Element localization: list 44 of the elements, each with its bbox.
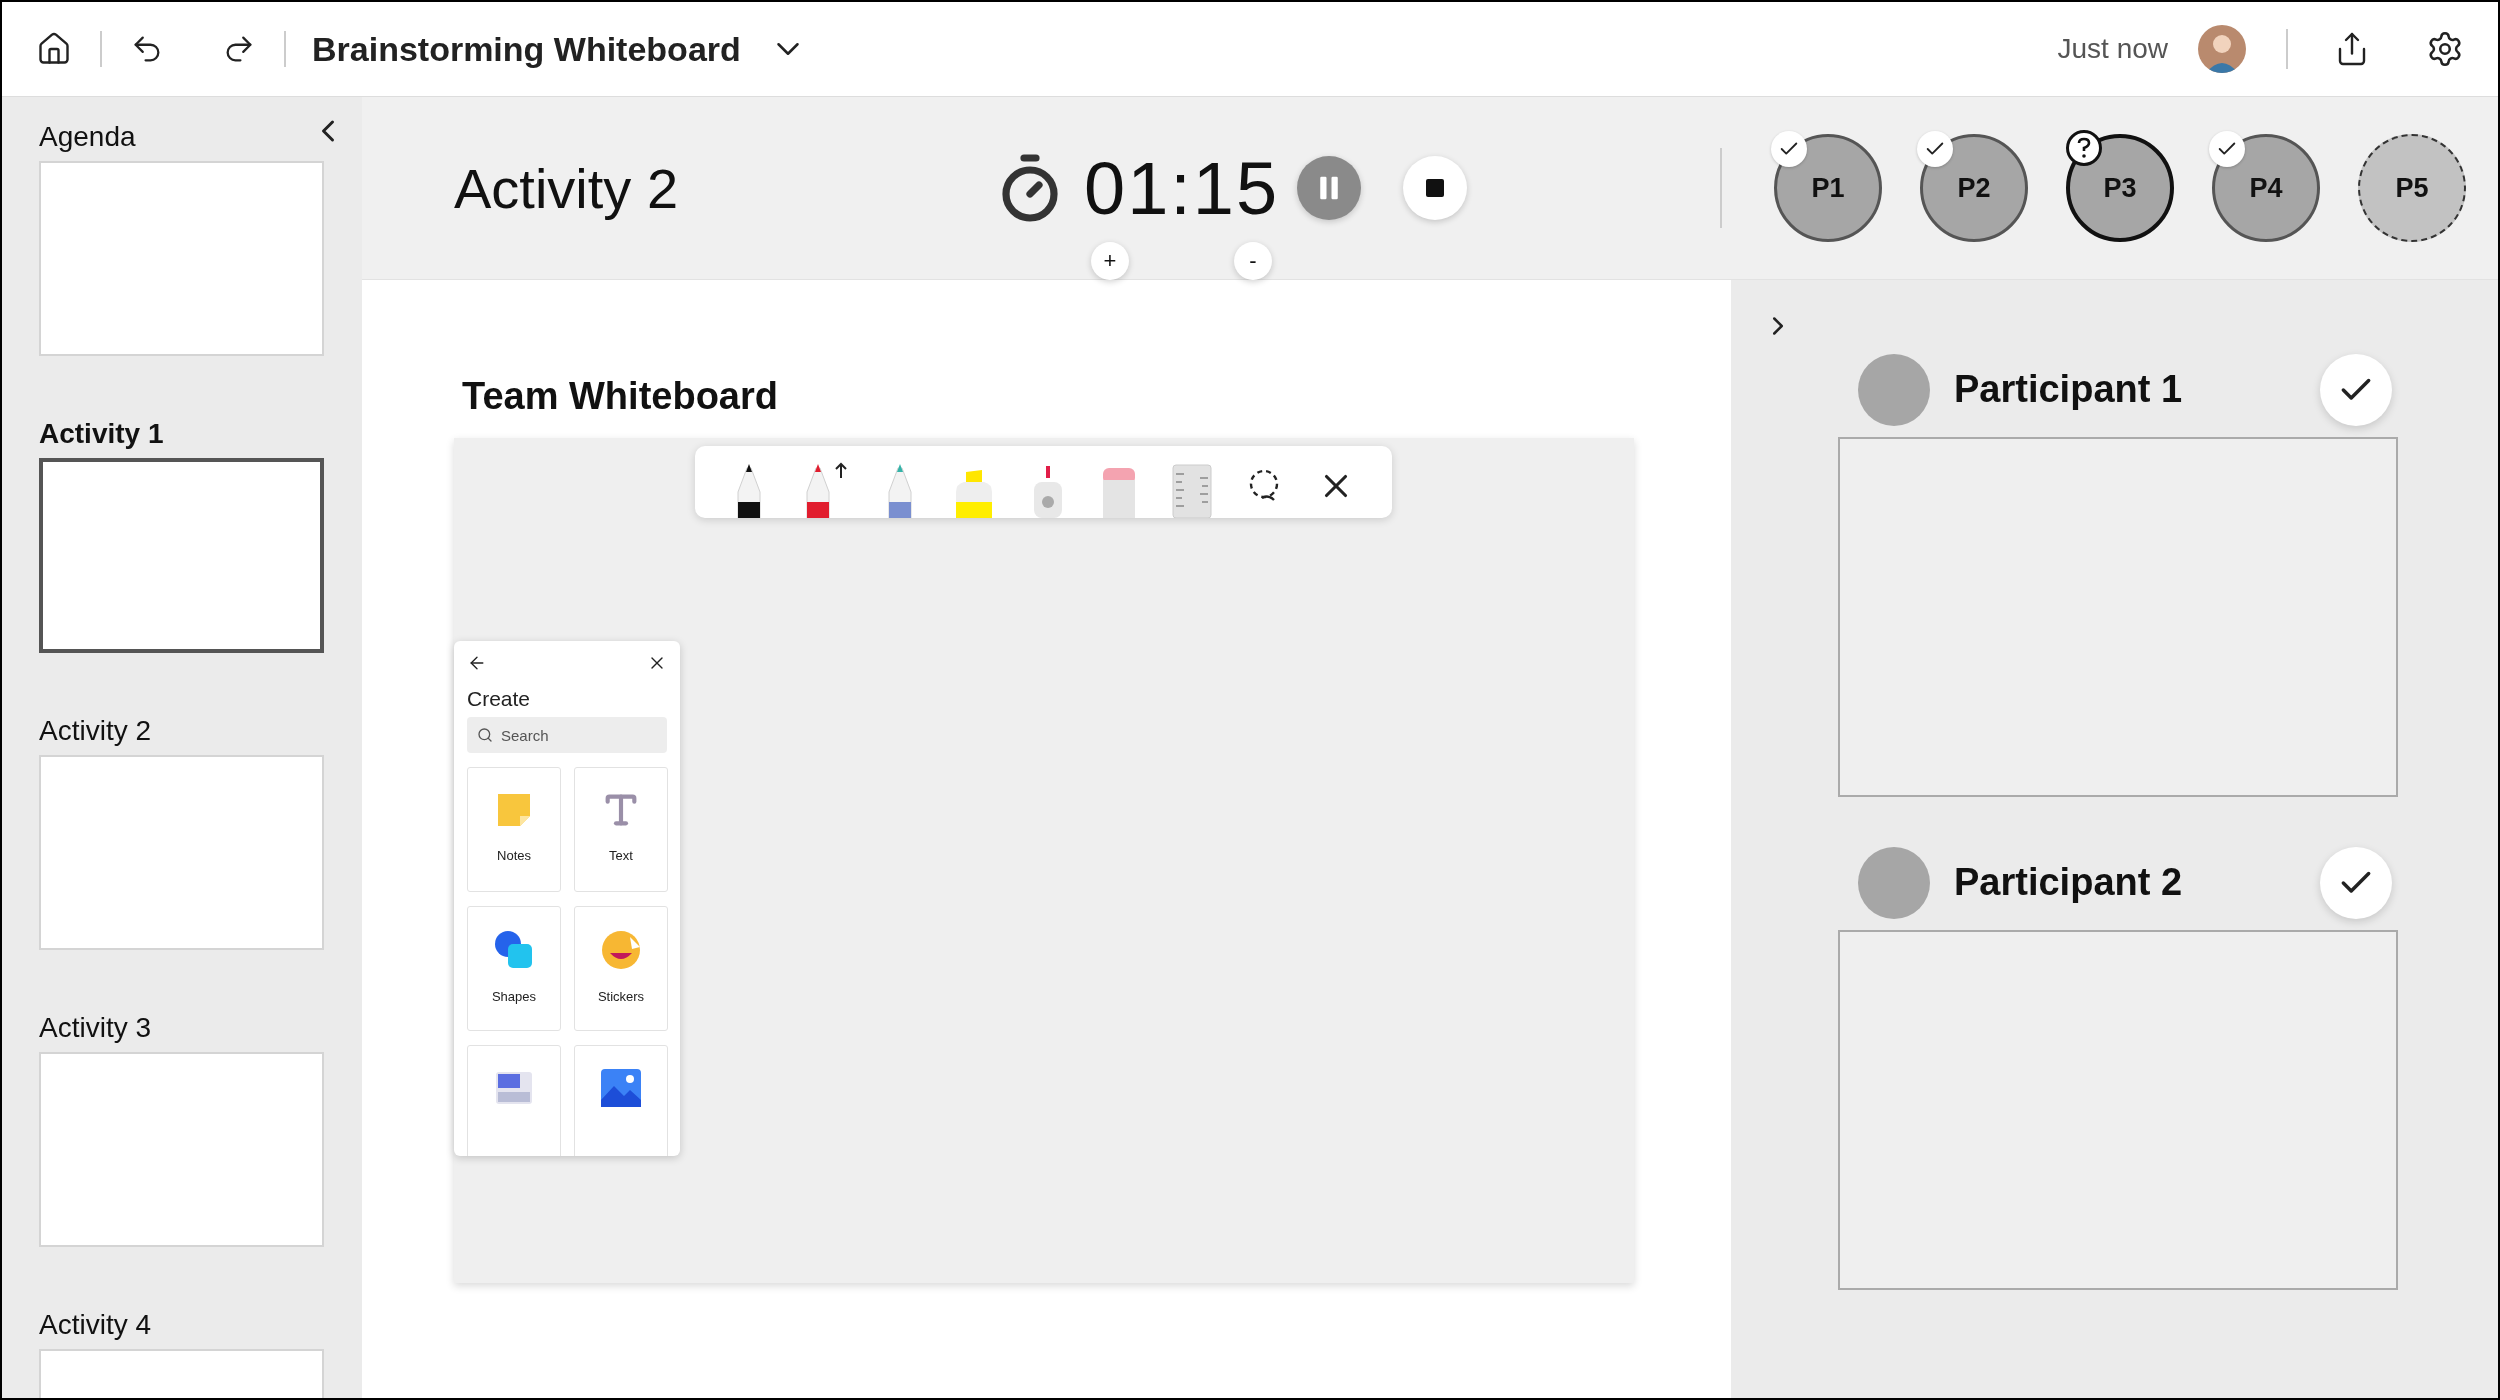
create-option[interactable] bbox=[467, 1045, 561, 1156]
increase-time-button[interactable]: + bbox=[1091, 241, 1129, 280]
agenda-thumbnail[interactable] bbox=[39, 458, 324, 653]
check-icon bbox=[1771, 131, 1807, 167]
approve-button[interactable] bbox=[2320, 353, 2392, 426]
create-option[interactable] bbox=[574, 1045, 668, 1156]
check-icon bbox=[1917, 131, 1953, 167]
ruler-icon[interactable] bbox=[1171, 464, 1212, 518]
agenda-item-label: Activity 3 bbox=[39, 1012, 152, 1044]
participant-avatar[interactable]: P1 bbox=[1774, 134, 1882, 242]
settings-icon bbox=[2426, 30, 2464, 68]
check-icon bbox=[2209, 131, 2245, 167]
save-status: Just now bbox=[2057, 33, 2168, 65]
image-icon bbox=[600, 1068, 642, 1108]
panel-title: Create bbox=[467, 687, 532, 711]
whiteboard-title: Team Whiteboard bbox=[462, 375, 779, 418]
agenda-item-label: Activity 4 bbox=[39, 1309, 152, 1341]
agenda-item-label: Agenda bbox=[39, 121, 136, 153]
participant-name: Participant 1 bbox=[1954, 368, 2184, 411]
agenda-item-label: Activity 1 bbox=[39, 418, 164, 450]
document-title: Brainstorming Whiteboard bbox=[312, 29, 741, 69]
question-icon bbox=[2066, 130, 2102, 166]
timer-display: 01:15 bbox=[1084, 145, 1280, 231]
activity-title: Activity 2 bbox=[454, 155, 680, 221]
agenda-item-label: Activity 2 bbox=[39, 715, 152, 747]
shapes-icon bbox=[493, 929, 535, 971]
create-option[interactable]: Notes bbox=[467, 767, 561, 892]
search-field[interactable]: Search bbox=[467, 717, 667, 753]
sticker-icon bbox=[600, 929, 642, 971]
search-icon bbox=[477, 727, 493, 743]
create-option[interactable]: Text bbox=[574, 767, 668, 892]
participant-avatar[interactable]: P4 bbox=[2212, 134, 2320, 242]
participant-avatar[interactable]: P5 bbox=[2358, 134, 2466, 242]
create-option[interactable]: Shapes bbox=[467, 906, 561, 1031]
participant-name: Participant 2 bbox=[1954, 861, 2184, 904]
whiteboard-canvas[interactable]: Create Search Notes Text Shapes Stickers bbox=[454, 438, 1634, 1283]
home-icon bbox=[36, 31, 72, 67]
participant-avatar[interactable]: P2 bbox=[1920, 134, 2028, 242]
decrease-time-button[interactable]: - bbox=[1234, 241, 1272, 280]
user-avatar[interactable] bbox=[2198, 25, 2246, 73]
create-option[interactable]: Stickers bbox=[574, 906, 668, 1031]
stop-button[interactable] bbox=[1403, 156, 1468, 220]
approve-button[interactable] bbox=[2320, 846, 2392, 919]
pause-button[interactable] bbox=[1297, 156, 1362, 220]
